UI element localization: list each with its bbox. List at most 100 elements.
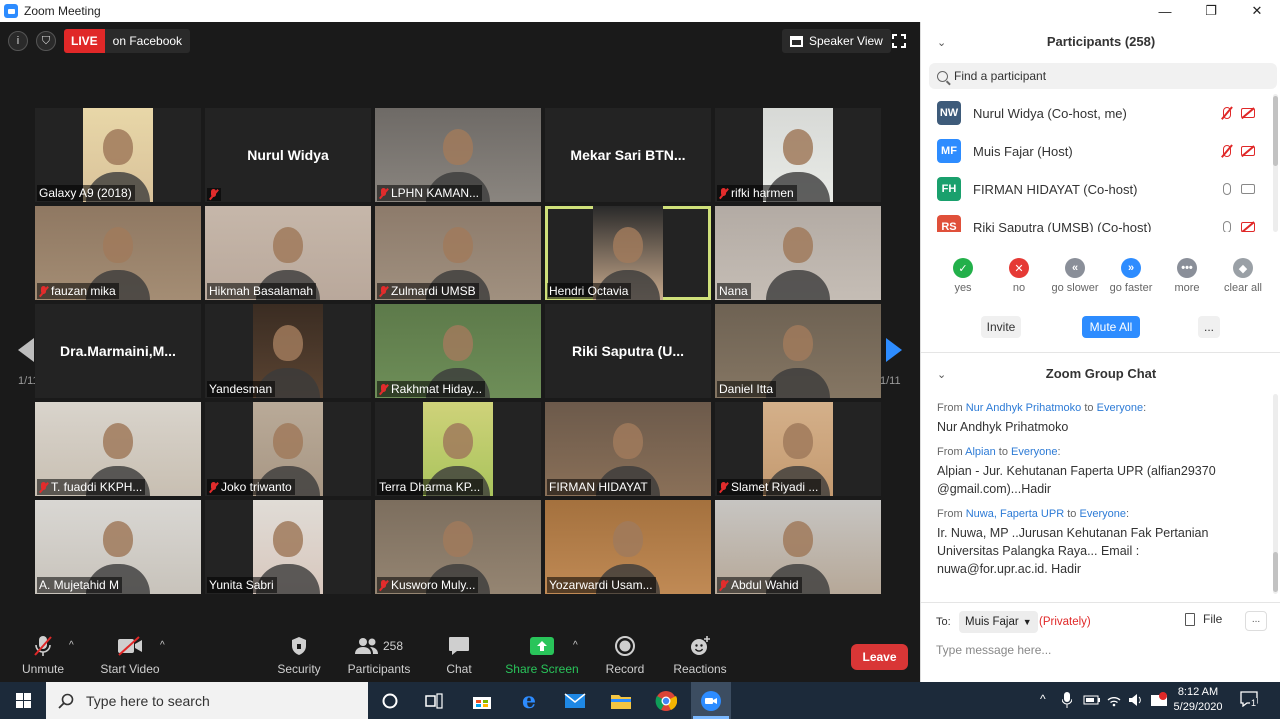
participant-search-placeholder: Find a participant: [954, 69, 1047, 83]
participant-row[interactable]: RS Riki Saputra (UMSB) (Co-host): [921, 208, 1271, 232]
action-center-icon[interactable]: 1: [1240, 691, 1260, 709]
next-page-arrow-icon[interactable]: [886, 338, 902, 362]
video-tile[interactable]: T. fuaddi KKPH...: [35, 402, 201, 496]
live-stream-indicator[interactable]: LIVE on Facebook: [64, 29, 191, 53]
chat-scrollbar[interactable]: [1273, 394, 1278, 594]
leave-button[interactable]: Leave: [851, 644, 908, 670]
mic-icon[interactable]: [1223, 183, 1231, 195]
zoom-taskbar-icon[interactable]: [691, 682, 731, 719]
mute-all-button[interactable]: Mute All: [1082, 316, 1140, 338]
video-tile[interactable]: Hendri Octavia: [545, 206, 711, 300]
chat-message: From Alpian to Everyone: Alpian - Jur. Ke…: [937, 446, 1257, 498]
mail-icon[interactable]: [555, 682, 595, 719]
speaker-view-button[interactable]: Speaker View: [782, 29, 891, 53]
participant-search-input[interactable]: Find a participant: [929, 63, 1277, 89]
video-tile[interactable]: Yandesman: [205, 304, 371, 398]
video-tile[interactable]: A. Mujetahid M: [35, 500, 201, 594]
more-options-button[interactable]: ...: [1198, 316, 1220, 338]
muted-mic-icon[interactable]: [1223, 107, 1231, 119]
video-tile[interactable]: Rakhmat Hiday...: [375, 304, 541, 398]
video-tile[interactable]: Abdul Wahid: [715, 500, 881, 594]
security-alert-tray-icon[interactable]: [1150, 692, 1168, 708]
info-icon[interactable]: i: [8, 31, 28, 51]
chat-more-button[interactable]: ...: [1245, 611, 1267, 631]
windows-logo-icon: [15, 693, 31, 708]
microphone-tray-icon[interactable]: [1062, 692, 1072, 708]
reaction-no-button[interactable]: ✕ no: [991, 258, 1047, 298]
muted-mic-icon[interactable]: [1223, 145, 1231, 157]
video-tile[interactable]: Yozarwardi Usam...: [545, 500, 711, 594]
video-tile[interactable]: Hikmah Basalamah: [205, 206, 371, 300]
chat-message-input[interactable]: Type message here...: [936, 643, 1051, 657]
participant-name: Slamet Riyadi ...: [731, 480, 819, 494]
previous-page-arrow-icon[interactable]: [18, 338, 34, 362]
person-silhouette: [783, 128, 813, 165]
reactions-button[interactable]: Reactions: [660, 630, 740, 682]
video-tile[interactable]: Nurul Widya: [205, 108, 371, 202]
file-button[interactable]: File: [1185, 612, 1222, 626]
chat-sender[interactable]: Alpian: [965, 446, 996, 458]
start-button[interactable]: [0, 682, 46, 719]
participant-row[interactable]: MF Muis Fajar (Host): [921, 132, 1271, 170]
video-tile[interactable]: rifki harmen: [715, 108, 881, 202]
tile-name-label: Terra Dharma KP...: [377, 479, 484, 495]
security-button[interactable]: Security: [259, 630, 339, 682]
recipient-select[interactable]: Muis Fajar ▼: [959, 611, 1038, 633]
privately-label: (Privately): [1039, 616, 1091, 628]
video-tile[interactable]: Zulmardi UMSB: [375, 206, 541, 300]
taskbar-clock[interactable]: 8:12 AM 5/29/2020: [1168, 685, 1228, 715]
start-video-button[interactable]: Start Video: [90, 630, 170, 682]
taskbar-search-box[interactable]: Type here to search: [46, 682, 368, 719]
audio-options-caret-icon[interactable]: ^: [69, 640, 74, 651]
chat-button[interactable]: Chat: [419, 630, 499, 682]
wifi-icon[interactable]: [1106, 692, 1122, 708]
mic-icon[interactable]: [1223, 221, 1231, 232]
file-explorer-icon[interactable]: [601, 682, 641, 719]
task-view-icon[interactable]: [414, 682, 454, 719]
video-tile[interactable]: Nana: [715, 206, 881, 300]
video-tile[interactable]: Yunita Sabri: [205, 500, 371, 594]
participants-button[interactable]: 258 Participants: [339, 630, 419, 682]
video-tile[interactable]: Galaxy A9 (2018): [35, 108, 201, 202]
chat-sender[interactable]: Nur Andhyk Prihatmoko: [966, 402, 1082, 414]
minimize-button[interactable]: —: [1142, 0, 1188, 22]
reaction-go-slower-button[interactable]: « go slower: [1047, 258, 1103, 298]
video-tile[interactable]: Terra Dharma KP...: [375, 402, 541, 496]
video-tile[interactable]: Slamet Riyadi ...: [715, 402, 881, 496]
tile-name-label: fauzan mika: [37, 283, 119, 299]
record-button[interactable]: Record: [585, 630, 665, 682]
reaction-more-button[interactable]: ••• more: [1159, 258, 1215, 298]
video-tile[interactable]: Kusworo Muly...: [375, 500, 541, 594]
close-button[interactable]: ✕: [1234, 0, 1280, 22]
speaker-icon[interactable]: [1128, 693, 1144, 707]
reaction-yes-button[interactable]: ✓ yes: [935, 258, 991, 298]
share-options-caret-icon[interactable]: ^: [573, 640, 578, 651]
fullscreen-icon[interactable]: [892, 34, 906, 48]
video-tile[interactable]: fauzan mika: [35, 206, 201, 300]
video-tile[interactable]: Joko triwanto: [205, 402, 371, 496]
participant-row[interactable]: FH FIRMAN HIDAYAT (Co-host): [921, 170, 1271, 208]
chat-sender[interactable]: Nuwa, Faperta UPR: [966, 508, 1064, 520]
video-options-caret-icon[interactable]: ^: [160, 640, 165, 651]
unmute-button[interactable]: Unmute: [3, 630, 83, 682]
video-tile[interactable]: Mekar Sari BTN...: [545, 108, 711, 202]
tray-chevron-icon[interactable]: ^: [1040, 692, 1046, 706]
video-tile[interactable]: FIRMAN HIDAYAT: [545, 402, 711, 496]
edge-browser-icon[interactable]: e: [509, 682, 549, 719]
participant-row[interactable]: NW Nurul Widya (Co-host, me): [921, 94, 1271, 132]
file-icon: [1185, 612, 1195, 626]
share-screen-button[interactable]: Share Screen: [502, 630, 582, 682]
store-icon[interactable]: [462, 682, 502, 719]
video-tile[interactable]: LPHN KAMAN...: [375, 108, 541, 202]
chrome-icon[interactable]: [646, 682, 686, 719]
participant-list-scrollbar[interactable]: [1273, 94, 1278, 232]
video-tile[interactable]: Dra.Marmaini,M...: [35, 304, 201, 398]
reaction-go-faster-button[interactable]: » go faster: [1103, 258, 1159, 298]
video-tile[interactable]: Riki Saputra (U...: [545, 304, 711, 398]
shield-icon[interactable]: ⛉: [36, 31, 56, 51]
maximize-button[interactable]: ❐: [1188, 0, 1234, 22]
cortana-icon[interactable]: [370, 682, 410, 719]
invite-button[interactable]: Invite: [981, 316, 1021, 338]
video-tile[interactable]: Daniel Itta: [715, 304, 881, 398]
reaction-clear-all-button[interactable]: ◆ clear all: [1215, 258, 1271, 298]
